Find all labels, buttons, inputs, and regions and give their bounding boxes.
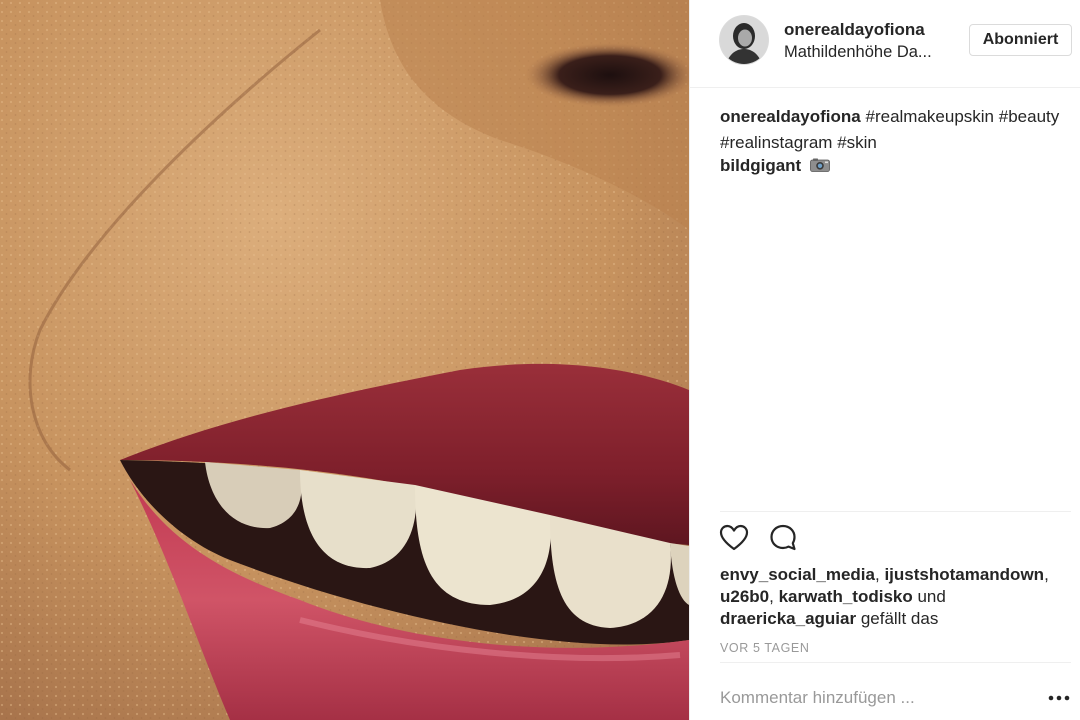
hashtag-link[interactable]: #realmakeupskin bbox=[866, 107, 995, 126]
comment-item: bildgigant bbox=[720, 154, 830, 178]
speech-bubble-icon[interactable] bbox=[768, 523, 798, 553]
connector-text: und bbox=[912, 587, 946, 606]
lips-closeup-image bbox=[0, 0, 689, 720]
divider bbox=[720, 511, 1071, 512]
post-caption: onerealdayofiona #realmakeupskin #beauty… bbox=[720, 104, 1075, 156]
post-timestamp[interactable]: VOR 5 TAGEN bbox=[720, 641, 810, 655]
separator-text: , bbox=[769, 587, 779, 606]
hashtag-link[interactable]: #skin bbox=[837, 133, 877, 152]
follow-button[interactable]: Abonniert bbox=[969, 24, 1072, 56]
post-side-panel: onerealdayofiona Mathildenhöhe Da... Abo… bbox=[689, 0, 1080, 720]
post-header: onerealdayofiona Mathildenhöhe Da... Abo… bbox=[690, 0, 1080, 88]
divider bbox=[720, 662, 1071, 663]
liker-username[interactable]: draericka_aguiar bbox=[720, 609, 856, 628]
likes-suffix: gefällt das bbox=[856, 609, 939, 628]
post-location[interactable]: Mathildenhöhe Da... bbox=[784, 43, 932, 62]
avatar[interactable] bbox=[720, 16, 768, 64]
hashtag-link[interactable]: #beauty bbox=[999, 107, 1060, 126]
comment-input[interactable] bbox=[720, 682, 1020, 714]
instagram-post: onerealdayofiona Mathildenhöhe Da... Abo… bbox=[0, 0, 1080, 720]
post-photo[interactable] bbox=[0, 0, 689, 720]
separator-text: , bbox=[1044, 565, 1049, 584]
heart-icon[interactable] bbox=[719, 523, 749, 553]
liker-username[interactable]: envy_social_media bbox=[720, 565, 875, 584]
liker-username[interactable]: u26b0 bbox=[720, 587, 769, 606]
camera-emoji-icon bbox=[810, 158, 830, 172]
comment-username[interactable]: bildgigant bbox=[720, 156, 801, 175]
liker-username[interactable]: ijustshotamandown bbox=[884, 565, 1044, 584]
caption-username[interactable]: onerealdayofiona bbox=[720, 107, 861, 126]
more-options-icon[interactable] bbox=[1047, 690, 1071, 706]
post-username[interactable]: onerealdayofiona bbox=[784, 20, 925, 40]
avatar-photo bbox=[720, 16, 768, 64]
likes-summary: envy_social_media, ijustshotamandown, u2… bbox=[720, 564, 1075, 630]
hashtag-link[interactable]: #realinstagram bbox=[720, 133, 832, 152]
liker-username[interactable]: karwath_todisko bbox=[779, 587, 913, 606]
